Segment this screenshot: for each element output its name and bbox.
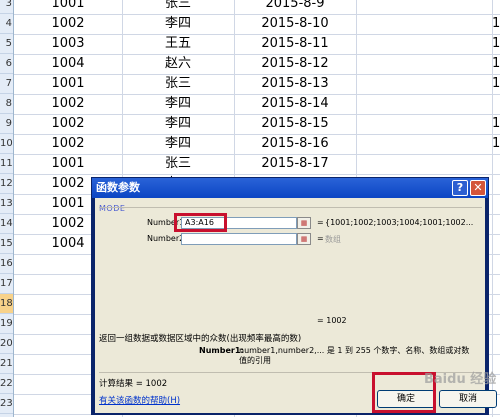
equals-sign: = [317,218,324,227]
cell-date[interactable]: 2015-8-15 [234,114,356,134]
divider [99,207,482,208]
help-icon[interactable]: ? [452,180,468,196]
cell-name[interactable]: 张三 [122,74,234,94]
number2-input[interactable] [181,233,297,245]
row-number[interactable]: 16 [0,254,13,274]
row-number[interactable]: 6 [0,54,13,74]
row-number[interactable]: 15 [0,234,13,254]
edge-cell[interactable]: 1 [492,54,500,74]
row-number[interactable]: 21 [0,354,13,374]
function-description: 返回一组数据或数据区域中的众数(出现频率最高的数) [99,334,302,344]
edge-cell[interactable]: 1 [492,34,500,54]
row-number[interactable]: 5 [0,34,13,54]
cell-name[interactable]: 王五 [122,34,234,54]
collapse-dialog-icon[interactable]: ▦ [297,217,311,229]
dialog-title: 函数参数 [96,181,140,194]
edge-cell[interactable]: 1 [492,74,500,94]
highlight-box-number1 [174,213,227,232]
formula-inline-result: = 1002 [317,316,347,325]
cell-id[interactable]: 1002 [14,14,122,34]
cell-date[interactable]: 2015-8-11 [234,34,356,54]
equals-sign: = [317,234,324,243]
cell-name[interactable]: 张三 [122,154,234,174]
arg-description-text: number1,number2,... 是 1 到 255 个数字、名称、数组或… [239,346,470,365]
cell-id[interactable]: 1001 [14,0,122,14]
cell-date[interactable]: 2015-8-16 [234,134,356,154]
function-name-label: MODE [99,204,126,213]
edge-cell[interactable]: 1 [492,114,500,134]
cell-date[interactable]: 2015-8-9 [234,0,356,14]
cancel-button[interactable]: 取消 [439,390,497,408]
row-number[interactable]: 17 [0,274,13,294]
row-header-column: 3 4 5 6 7 8 9 10 11 12 13 14 15 16 17 18… [0,0,14,417]
cell-id[interactable]: 1001 [14,74,122,94]
cell-id[interactable]: 1001 [14,154,122,174]
row-number[interactable]: 7 [0,74,13,94]
calculation-result: 计算结果 = 1002 [99,379,168,389]
edge-cell[interactable]: 1 [492,134,500,154]
cell-id[interactable]: 1003 [14,34,122,54]
cell-name[interactable]: 李四 [122,134,234,154]
row-number[interactable]: 20 [0,334,13,354]
edge-cell[interactable]: 1 [492,14,500,34]
cell-date[interactable]: 2015-8-17 [234,154,356,174]
cell-id[interactable]: 1002 [14,134,122,154]
cell-id[interactable]: 1002 [14,114,122,134]
row-number[interactable]: 10 [0,134,13,154]
close-icon[interactable]: ✕ [470,180,486,196]
row-number[interactable]: 8 [0,94,13,114]
dialog-title-bar[interactable]: 函数参数 [92,178,488,198]
cell-id[interactable]: 1002 [14,94,122,114]
function-help-link[interactable]: 有关该函数的帮助(H) [99,394,180,406]
row-number[interactable]: 12 [0,174,13,194]
cell-name[interactable]: 李四 [122,94,234,114]
number1-evaluated-value: {1001;1002;1003;1004;1001;1002... [325,218,474,227]
row-number[interactable]: 3 [0,0,13,14]
number2-label: Number2 [147,234,185,243]
cell-name[interactable]: 李四 [122,14,234,34]
cell-name[interactable]: 张三 [122,0,234,14]
row-number-selected[interactable]: 18 [0,294,13,314]
cell-date[interactable]: 2015-8-13 [234,74,356,94]
cell-name[interactable]: 赵六 [122,54,234,74]
row-number[interactable]: 22 [0,374,13,394]
row-number[interactable]: 11 [0,154,13,174]
watermark: Baidu 经验 [424,372,497,387]
cell-date[interactable]: 2015-8-12 [234,54,356,74]
row-number[interactable]: 14 [0,214,13,234]
arg-description-label: Number1: [199,346,244,355]
row-number[interactable]: 13 [0,194,13,214]
cell-id[interactable]: 1004 [14,54,122,74]
collapse-dialog-icon[interactable]: ▦ [297,233,311,245]
cell-name[interactable]: 李四 [122,114,234,134]
cell-date[interactable]: 2015-8-14 [234,94,356,114]
row-number[interactable]: 23 [0,394,13,414]
row-number[interactable]: 9 [0,114,13,134]
row-number[interactable]: 4 [0,14,13,34]
number2-type-hint: 数组 [325,235,341,244]
cell-date[interactable]: 2015-8-10 [234,14,356,34]
row-number[interactable]: 19 [0,314,13,334]
